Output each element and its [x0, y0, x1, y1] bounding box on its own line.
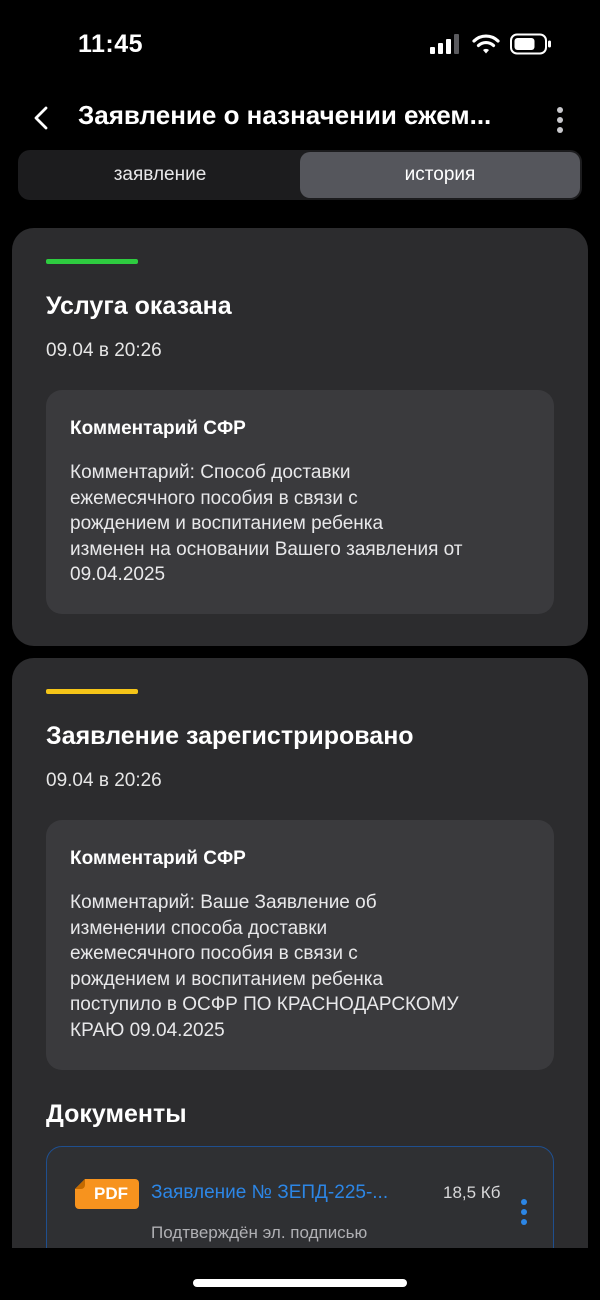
tab-application[interactable]: заявление: [20, 152, 300, 198]
comment-line: ежемесячного пособия в связи с: [70, 487, 358, 509]
comment-title: Комментарий СФР: [70, 848, 246, 869]
cellular-signal-icon: [430, 34, 459, 54]
document-signature-status: Подтверждён эл. подписью: [151, 1223, 368, 1242]
battery-icon: [510, 33, 551, 55]
tab-history[interactable]: история: [300, 152, 580, 198]
comment-line: Комментарий: Ваше Заявление об: [70, 892, 377, 913]
history-status-title: Заявление зарегистрировано: [46, 722, 414, 750]
history-card-service-rendered: Услуга оказана 09.04 в 20:26 Комментарий…: [12, 228, 588, 646]
wifi-icon: [472, 34, 500, 54]
segmented-tabs: заявление история: [18, 150, 582, 200]
app-header: Заявление о назначении ежем...: [0, 92, 600, 142]
history-status-title: Услуга оказана: [46, 292, 232, 320]
history-date: 09.04 в 20:26: [46, 340, 162, 361]
bottom-safe-area: [0, 1248, 600, 1300]
document-more-icon[interactable]: [517, 1197, 531, 1231]
comment-line: рождением и воспитанием ребенка: [70, 968, 384, 990]
status-indicator-bar: [46, 259, 138, 264]
documents-heading: Документы: [46, 1100, 187, 1128]
comment-title: Комментарий СФР: [70, 418, 246, 439]
history-card-registered: Заявление зарегистрировано 09.04 в 20:26…: [12, 658, 588, 1286]
more-vertical-icon[interactable]: [550, 98, 570, 138]
comment-box: Комментарий СФР Комментарий: Ваше Заявле…: [46, 820, 554, 1070]
status-indicator-bar: [46, 689, 138, 694]
comment-text: Комментарий: Ваше Заявление об изменении…: [70, 890, 530, 1043]
comment-box: Комментарий СФР Комментарий: Способ дост…: [46, 390, 554, 614]
comment-line: Комментарий: Способ доставки: [70, 462, 351, 483]
home-indicator[interactable]: [193, 1279, 407, 1287]
document-size: 18,5 Кб: [443, 1183, 501, 1202]
comment-line: 09.04.2025: [70, 564, 166, 585]
comment-text: Комментарий: Способ доставки ежемесячног…: [70, 460, 530, 588]
comment-line: ежемесячного пособия в связи с: [70, 943, 358, 964]
comment-line: изменении способа доставки: [70, 917, 328, 939]
status-icons: [430, 33, 552, 55]
status-time: 11:45: [78, 30, 144, 58]
comment-line: поступило в ОСФР ПО КРАСНОДАРСКОМУ: [70, 994, 459, 1015]
document-name-link[interactable]: Заявление № ЗЕПД-225-...: [151, 1182, 427, 1204]
page-title: Заявление о назначении ежем...: [78, 100, 492, 130]
comment-line: изменен на основании Вашего заявления от: [70, 538, 463, 560]
back-arrow-icon[interactable]: [28, 98, 58, 138]
comment-line: КРАЮ 09.04.2025: [70, 1019, 225, 1041]
pdf-badge-label: PDF: [94, 1184, 128, 1203]
comment-line: рождением и воспитанием ребенка: [70, 513, 384, 534]
status-bar: 11:45: [0, 0, 600, 90]
history-date: 09.04 в 20:26: [46, 770, 162, 791]
